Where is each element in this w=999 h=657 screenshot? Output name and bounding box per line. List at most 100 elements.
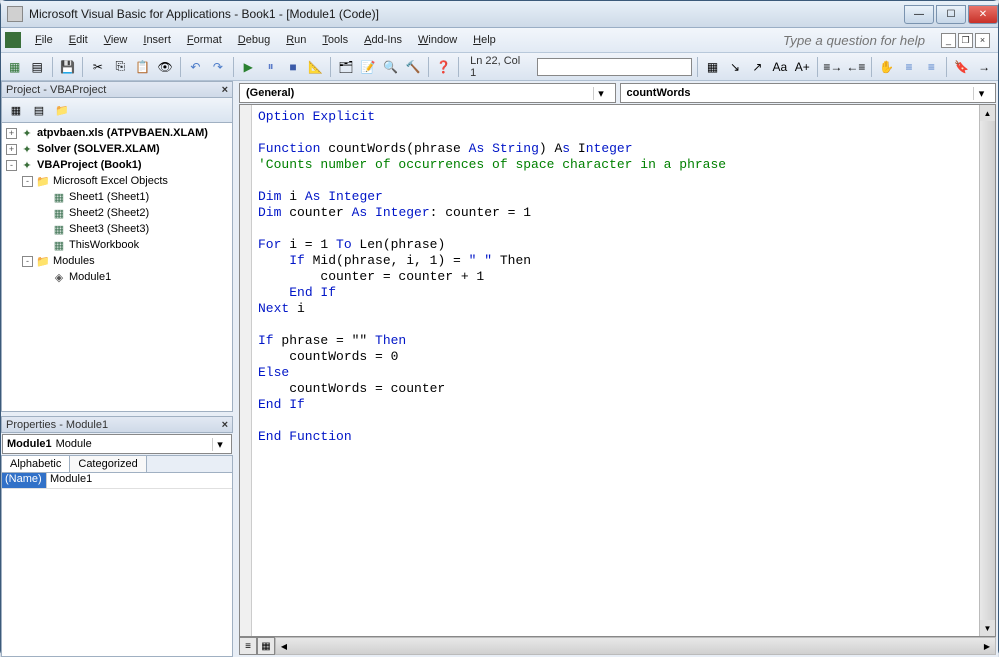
project-explorer-icon[interactable]: 🗂 <box>336 57 355 77</box>
property-value[interactable]: Module1 <box>47 473 232 488</box>
tree-node-label: atpvbaen.xls (ATPVBAEN.XLAM) <box>37 127 208 139</box>
design-mode-icon[interactable]: 📐 <box>306 57 325 77</box>
fld-icon: 📁 <box>36 254 50 268</box>
code-editor[interactable]: Option Explicit Function countWords(phra… <box>239 104 996 637</box>
tree-expander-icon <box>38 240 49 251</box>
tree-expander-icon[interactable]: - <box>22 176 33 187</box>
tree-node[interactable]: ▦Sheet1 (Sheet1) <box>2 189 232 205</box>
breakpoint-icon[interactable]: ✋ <box>877 57 896 77</box>
tree-expander-icon[interactable]: - <box>22 256 33 267</box>
undo-icon[interactable]: ↶ <box>186 57 205 77</box>
code-object-dropdown[interactable]: (General) ▾ <box>239 83 616 103</box>
menu-debug[interactable]: Debug <box>230 31 278 49</box>
tree-node-label: ThisWorkbook <box>69 239 139 251</box>
edit-toolbar-icon-5[interactable]: A+ <box>793 57 812 77</box>
view-code-icon[interactable]: ▦ <box>6 100 26 120</box>
outdent-icon[interactable]: ←≡ <box>846 57 866 77</box>
insert-icon[interactable]: ▤ <box>27 57 46 77</box>
edit-toolbar-icon-2[interactable]: ↘ <box>725 57 744 77</box>
maximize-button[interactable]: ☐ <box>936 5 966 24</box>
indent-icon[interactable]: ≡→ <box>823 57 843 77</box>
menu-tools[interactable]: Tools <box>314 31 356 49</box>
properties-tabs: Alphabetic Categorized <box>1 455 233 472</box>
close-button[interactable]: ✕ <box>968 5 998 24</box>
tree-node[interactable]: -✦VBAProject (Book1) <box>2 157 232 173</box>
redo-icon[interactable]: ↷ <box>208 57 227 77</box>
help-icon[interactable]: ❓ <box>434 57 453 77</box>
scroll-down-icon[interactable]: ▼ <box>980 620 995 636</box>
tree-expander-icon[interactable]: - <box>6 160 17 171</box>
reset-icon[interactable]: ■ <box>283 57 302 77</box>
toolbar-dropdown[interactable] <box>537 58 692 76</box>
tree-node[interactable]: ▦Sheet3 (Sheet3) <box>2 221 232 237</box>
view-object-icon[interactable]: ▤ <box>29 100 49 120</box>
tree-node[interactable]: -📁Microsoft Excel Objects <box>2 173 232 189</box>
menu-run[interactable]: Run <box>278 31 314 49</box>
mdi-close-button[interactable]: × <box>975 33 990 48</box>
edit-toolbar-icon-1[interactable]: ▦ <box>703 57 722 77</box>
tree-expander-icon[interactable]: + <box>6 144 17 155</box>
tab-alphabetic[interactable]: Alphabetic <box>2 456 70 472</box>
copy-icon[interactable]: ⎘ <box>111 57 130 77</box>
horizontal-scrollbar[interactable]: ◀ ▶ <box>275 637 996 655</box>
tree-node-label: Solver (SOLVER.XLAM) <box>37 143 160 155</box>
tree-node-label: Module1 <box>69 271 111 283</box>
menu-window[interactable]: Window <box>410 31 465 49</box>
tree-node[interactable]: ▦Sheet2 (Sheet2) <box>2 205 232 221</box>
tree-node[interactable]: ◈Module1 <box>2 269 232 285</box>
menu-file[interactable]: File <box>27 31 61 49</box>
tree-node[interactable]: +✦Solver (SOLVER.XLAM) <box>2 141 232 157</box>
save-icon[interactable]: 💾 <box>58 57 77 77</box>
properties-object-dropdown[interactable]: Module1 Module ▾ <box>2 434 232 454</box>
edit-toolbar-icon-3[interactable]: ↗ <box>748 57 767 77</box>
menubar: FileEditViewInsertFormatDebugRunToolsAdd… <box>1 28 998 53</box>
app-icon <box>7 6 23 22</box>
object-browser-icon[interactable]: 🔍 <box>381 57 400 77</box>
toggle-folders-icon[interactable]: 📁 <box>52 100 72 120</box>
edit-toolbar-icon-4[interactable]: Aa <box>770 57 789 77</box>
bookmark-icon[interactable]: 🔖 <box>952 57 971 77</box>
find-icon[interactable]: 👁 <box>155 57 174 77</box>
tree-node[interactable]: -📁Modules <box>2 253 232 269</box>
titlebar: Microsoft Visual Basic for Applications … <box>1 1 998 28</box>
next-bookmark-icon[interactable]: → <box>974 57 993 77</box>
tree-node[interactable]: +✦atpvbaen.xls (ATPVBAEN.XLAM) <box>2 125 232 141</box>
properties-panel-close-icon[interactable]: × <box>222 419 228 431</box>
tree-expander-icon[interactable]: + <box>6 128 17 139</box>
menu-format[interactable]: Format <box>179 31 230 49</box>
project-panel-close-icon[interactable]: × <box>222 84 228 96</box>
procedure-view-button[interactable]: ≡ <box>239 637 257 655</box>
scroll-left-icon[interactable]: ◀ <box>276 638 292 654</box>
menu-help[interactable]: Help <box>465 31 504 49</box>
view-excel-icon[interactable]: ▦ <box>5 57 24 77</box>
scroll-right-icon[interactable]: ▶ <box>979 638 995 654</box>
mdi-restore-button[interactable]: ❐ <box>958 33 973 48</box>
run-icon[interactable]: ▶ <box>239 57 258 77</box>
break-icon[interactable]: ⏸ <box>261 57 280 77</box>
full-module-view-button[interactable]: ▦ <box>257 637 275 655</box>
toolbox-icon[interactable]: 🔨 <box>403 57 422 77</box>
project-panel-title: Project - VBAProject × <box>1 81 233 98</box>
menu-insert[interactable]: Insert <box>135 31 179 49</box>
project-panel-toolbar: ▦ ▤ 📁 <box>1 98 233 122</box>
vba-icon: ✦ <box>20 158 34 172</box>
project-tree[interactable]: +✦atpvbaen.xls (ATPVBAEN.XLAM)+✦Solver (… <box>1 122 233 412</box>
paste-icon[interactable]: 📋 <box>133 57 152 77</box>
scroll-up-icon[interactable]: ▲ <box>980 105 995 121</box>
uncomment-icon[interactable]: ≡ <box>922 57 941 77</box>
vertical-scrollbar[interactable]: ▲ ▼ <box>979 105 995 636</box>
properties-icon[interactable]: 📝 <box>359 57 378 77</box>
menu-view[interactable]: View <box>96 31 136 49</box>
mdi-minimize-button[interactable]: _ <box>941 33 956 48</box>
comment-icon[interactable]: ≡ <box>899 57 918 77</box>
help-search-input[interactable] <box>775 33 935 48</box>
cut-icon[interactable]: ✂ <box>88 57 107 77</box>
code-procedure-dropdown[interactable]: countWords ▾ <box>620 83 997 103</box>
minimize-button[interactable]: — <box>904 5 934 24</box>
menu-edit[interactable]: Edit <box>61 31 96 49</box>
tab-categorized[interactable]: Categorized <box>70 456 146 472</box>
tree-expander-icon <box>38 224 49 235</box>
menu-add-ins[interactable]: Add-Ins <box>356 31 410 49</box>
properties-grid[interactable]: (Name) Module1 <box>1 472 233 657</box>
tree-node[interactable]: ▦ThisWorkbook <box>2 237 232 253</box>
